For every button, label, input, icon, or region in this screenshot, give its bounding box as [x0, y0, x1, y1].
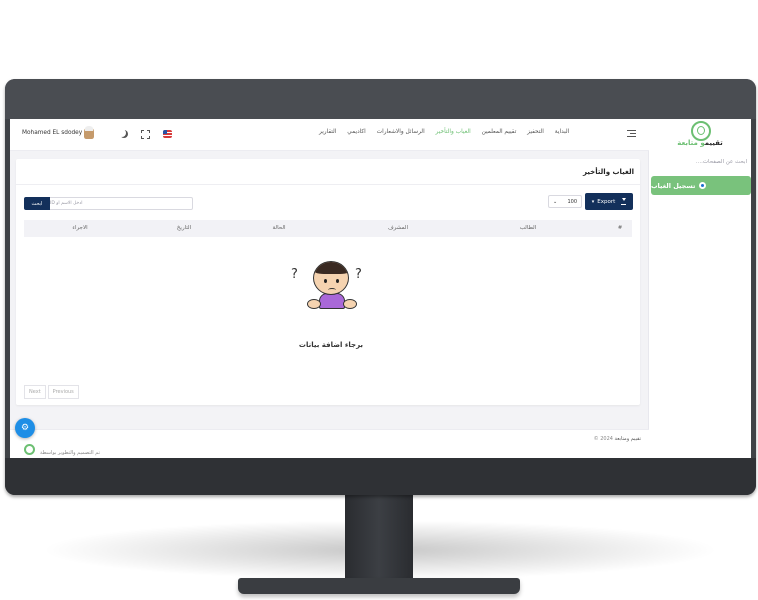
child-face: [313, 261, 349, 295]
child-right-hand: [343, 299, 357, 309]
nav-link-messages[interactable]: الرسائل والاشعارات: [377, 129, 425, 135]
chevron-down-icon: ▾: [591, 198, 595, 205]
us-flag-icon[interactable]: [163, 130, 172, 138]
per-page-value: 100: [567, 198, 577, 205]
previous-button[interactable]: Previous: [47, 385, 79, 399]
fullscreen-icon[interactable]: [141, 130, 150, 139]
menu-toggle-icon[interactable]: [627, 130, 636, 137]
moon-icon[interactable]: [120, 130, 128, 138]
nav-link-reports[interactable]: التقارير: [319, 129, 336, 135]
column-header-action[interactable]: الاجراء: [72, 225, 87, 231]
question-mark-right: ?: [355, 267, 362, 282]
user-icon: [699, 182, 707, 189]
settings-gear-icon[interactable]: ⚙: [15, 418, 35, 438]
empty-state-illustration: ? ?: [281, 259, 381, 339]
next-button[interactable]: Next: [24, 385, 46, 399]
divider: [16, 184, 640, 185]
nav-links: البداية التحفيز تقييم المعلمين الغياب وا…: [310, 129, 569, 135]
nav-link-absence[interactable]: الغياب والتأخير: [436, 129, 471, 135]
column-header-status[interactable]: الحالة: [272, 225, 285, 231]
nav-link-teacher-evaluation[interactable]: تقييم المعلمين: [482, 129, 517, 135]
footer-credit: تم التصميم والتطوير بواسطة: [40, 450, 100, 456]
avatar[interactable]: [84, 126, 94, 139]
sidebar-item-absence-registration[interactable]: تسجيل الغياب: [651, 176, 751, 195]
table-header: # الطالب المشرف الحالة التاريخ الاجراء: [24, 220, 632, 237]
logo-icon: [691, 121, 711, 141]
nav-link-start[interactable]: البداية: [555, 129, 570, 135]
monitor-top-bezel: [5, 79, 756, 119]
column-header-supervisor[interactable]: المشرف: [388, 225, 408, 231]
monitor-stand-base: [238, 578, 520, 594]
download-icon: [621, 197, 627, 205]
user-name[interactable]: Mohamed EL sdodey: [22, 130, 82, 136]
nav-link-motivation[interactable]: التحفيز: [527, 129, 544, 135]
sidebar-item-label: تسجيل الغياب: [651, 181, 696, 190]
search-input[interactable]: ادخل الاسم او ID: [50, 197, 193, 210]
page-title: الغياب والتأخير: [582, 168, 634, 176]
child-body: [319, 293, 345, 309]
sidebar: تقييمو متابعة ابحث عن الصفحات.... تسجيل …: [648, 119, 751, 458]
export-button[interactable]: ▾ Export: [585, 193, 633, 210]
column-header-student[interactable]: الطالب: [520, 225, 536, 231]
monitor-stand-neck: [345, 495, 413, 581]
footer-brand[interactable]: تقييم ومتابعة: [615, 436, 641, 442]
per-page-select[interactable]: ⌄ 100: [548, 195, 582, 208]
main-card: الغياب والتأخير ▾ Export ⌄ 100 ادخل الاس…: [16, 159, 640, 405]
logo-text: تقييمو متابعة: [677, 139, 723, 147]
pagination: Next Previous: [24, 385, 81, 399]
top-navbar: Mohamed EL sdodey البداية التحفيز تقييم …: [10, 119, 649, 151]
child-left-hand: [307, 299, 321, 309]
monitor-chin: [5, 458, 756, 495]
app-logo[interactable]: تقييمو متابعة: [649, 119, 751, 153]
monitor-screen: تقييمو متابعة ابحث عن الصفحات.... تسجيل …: [10, 119, 751, 458]
empty-state-message: برجاء اضافة بيانات: [298, 341, 364, 349]
nav-link-academic[interactable]: اكاديمي: [347, 129, 366, 135]
footer-copyright: تقييم ومتابعة 2024 ©: [593, 436, 641, 442]
export-label: Export: [597, 198, 616, 205]
sidebar-search-input[interactable]: ابحث عن الصفحات....: [653, 159, 747, 165]
column-header-date[interactable]: التاريخ: [177, 225, 191, 231]
footer: تقييم ومتابعة 2024 © تم التصميم والتطوير…: [10, 429, 649, 458]
chevron-down-icon: ⌄: [553, 198, 558, 205]
mini-logo-icon: [24, 444, 35, 455]
question-mark-left: ?: [291, 267, 298, 282]
search-button[interactable]: ابحث: [24, 197, 50, 210]
column-header-index[interactable]: #: [618, 225, 623, 231]
